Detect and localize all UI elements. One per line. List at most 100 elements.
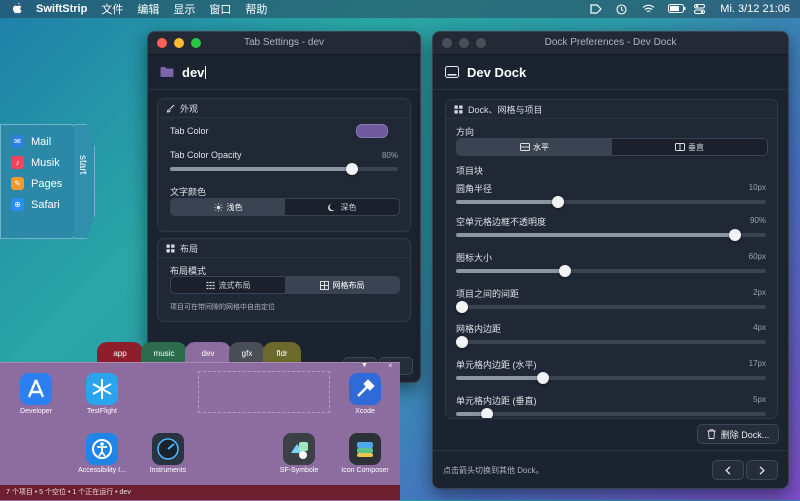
cell-padding-horizontal-slider[interactable] [456,372,766,384]
items-block-label: 项目块 [456,166,484,176]
opacity-slider-fill [170,167,353,171]
slider-value: 4px [753,323,766,332]
instruments-icon[interactable] [152,433,184,465]
layout-mode-segmented[interactable]: 流式布局 网格布局 [170,276,400,294]
dock-item-safari[interactable]: ⊕ Safari [1,194,75,215]
slider-fill [456,269,565,273]
slider-knob[interactable] [558,265,571,277]
dock-tab-gfx[interactable]: gfx [229,342,265,364]
developer-icon[interactable] [20,373,52,405]
section-heading: Dock、网格与项目 [446,100,777,119]
collapse-chevron-icon[interactable]: ▼ [361,362,368,369]
tab-name-input[interactable]: dev [182,65,204,80]
layout-mode-grid[interactable]: 网格布局 [285,277,399,293]
slider-label: 单元格内边距 (垂直) [456,396,537,406]
grid-padding-slider[interactable] [456,336,766,348]
slider-knob[interactable] [456,301,469,313]
direction-vertical[interactable]: 垂直 [612,139,767,155]
menu-bar: SwiftStrip 文件 编辑 显示 窗口 帮助 Mi. 3/12 21:06 [0,0,800,18]
corner-radius-slider[interactable] [456,196,766,208]
dock-item-mail[interactable]: ✉ Mail [1,131,75,152]
pages-icon: ✎ [11,177,24,190]
slider-row: 空单元格边框不透明度 90% [456,215,766,245]
text-cursor [205,65,207,79]
accessibility-inspector-icon[interactable] [86,433,118,465]
dock-item-label: Pages [31,177,63,190]
app-label-xcode: Xcode [355,408,375,415]
menu-file[interactable]: 文件 [101,1,123,17]
slider-label: 网格内边距 [456,324,502,334]
footer-hint: 点击箭头切换到其他 Dock。 [443,466,544,475]
menu-window[interactable]: 窗口 [209,1,231,17]
slider-label: 单元格内边距 (水平) [456,360,537,370]
dock-tab-app[interactable]: app [97,342,143,364]
direction-horizontal[interactable]: 水平 [457,139,612,155]
app-label-icon-composer: Icon Composer [341,467,389,474]
sf-symbols-icon[interactable] [283,433,315,465]
opacity-slider-knob[interactable] [346,163,359,175]
tab-color-well[interactable] [356,124,388,138]
close-panel-icon[interactable]: × [388,361,393,370]
sun-icon [213,202,223,212]
dock-tab-dev[interactable]: dev [185,342,231,364]
opacity-slider[interactable] [170,163,398,175]
apple-icon[interactable] [10,2,24,17]
paintbrush-icon [166,104,175,113]
slider-row: 圆角半径 10px [456,182,766,212]
dock-item-label: Safari [31,198,60,211]
next-dock-button[interactable] [746,460,778,480]
xcode-icon[interactable] [349,373,381,405]
layout-heading: 布局 [158,239,410,258]
slider-label: 图标大小 [456,253,493,263]
empty-cell-border-opacity-slider[interactable] [456,229,766,241]
slider-row: 图标大小 60px [456,251,766,281]
slider-label: 圆角半径 [456,184,493,194]
slider-knob[interactable] [536,372,549,384]
app-label-instruments: Instruments [149,467,187,474]
wifi-icon[interactable] [642,4,655,14]
previous-dock-button[interactable] [712,460,744,480]
menu-help[interactable]: 帮助 [245,1,267,17]
cell-padding-vertical-slider[interactable] [456,408,766,418]
dock-tab-fldr[interactable]: fldr [263,342,301,364]
time-machine-icon[interactable] [616,4,628,15]
slider-knob[interactable] [552,196,565,208]
grid-icon [454,105,463,114]
dock-item-label: Musik [31,156,60,169]
icon-composer-icon[interactable] [349,433,381,465]
dock-item-pages[interactable]: ✎ Pages [1,173,75,194]
menu-edit[interactable]: 编辑 [137,1,159,17]
text-color-dark[interactable]: 深色 [285,199,399,215]
battery-icon[interactable] [668,4,686,14]
slider-fill [456,233,735,237]
direction-segmented[interactable]: 水平 垂直 [456,138,768,156]
dock-icon [445,66,459,78]
slider-knob[interactable] [729,229,741,241]
dev-dock-panel: ▼ × Developer TestFlight Xcode Accessibi… [0,361,400,501]
icon-size-slider[interactable] [456,265,766,277]
slider-knob[interactable] [481,408,493,418]
slider-value: 90% [749,216,766,225]
menu-clock[interactable]: Mi. 3/12 21:06 [720,3,790,15]
slider-label: 空单元格边框不透明度 [456,217,547,227]
text-color-light[interactable]: 浅色 [171,199,285,215]
dock-tab-start[interactable]: start [74,124,95,239]
dock-tab-music[interactable]: music [141,342,187,364]
slider-value: 2px [753,288,766,297]
dock-item-musik[interactable]: ♪ Musik [1,152,75,173]
testflight-icon[interactable] [86,373,118,405]
control-center-icon[interactable] [694,4,706,14]
tab-color-label: Tab Color [170,126,209,136]
item-spacing-slider[interactable] [456,301,766,313]
flow-layout-icon [206,281,215,290]
app-label-accessibility: Accessibility I... [78,467,126,474]
text-color-segmented[interactable]: 浅色 深色 [170,198,400,216]
slider-row: 单元格内边距 (水平) 17px [456,358,766,388]
layout-mode-flow[interactable]: 流式布局 [171,277,285,293]
strip-status-icon[interactable] [590,4,603,14]
menu-app-name[interactable]: SwiftStrip [36,3,87,15]
delete-dock-button[interactable]: 删除 Dock... [697,424,779,444]
menu-view[interactable]: 显示 [173,1,195,17]
slider-knob[interactable] [456,336,469,348]
layout-group: 布局 布局模式 流式布局 网格布局 项目可在带间隙的网格中自由定位 [157,238,411,322]
